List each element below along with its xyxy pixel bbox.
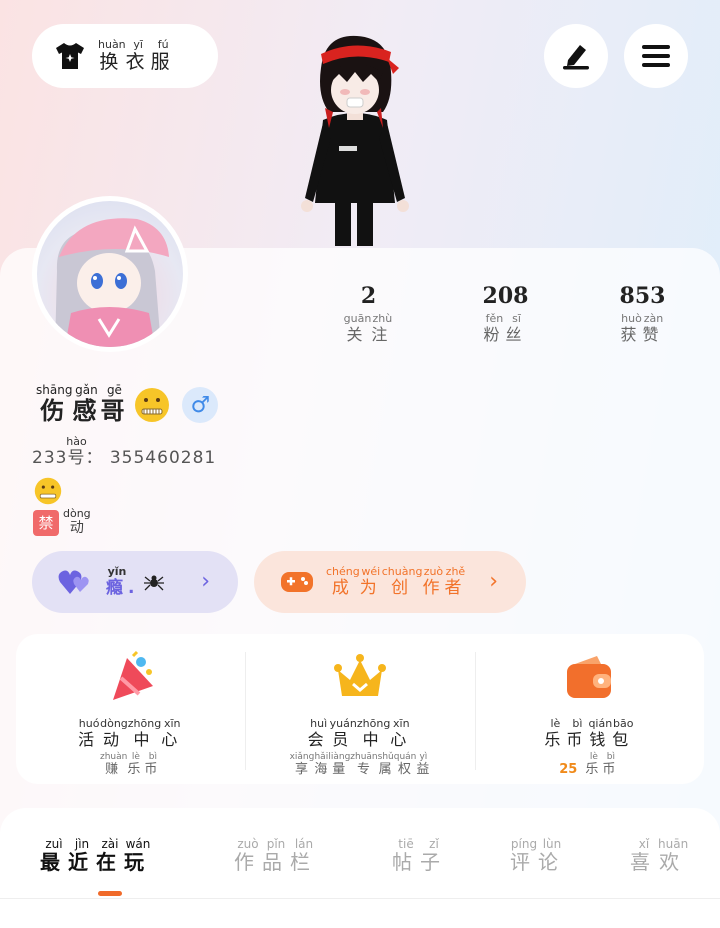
coin-wallet-button[interactable]: 乐lè币bì钱qián包bāo 25 乐lè币bì: [474, 634, 704, 784]
content-tabs: 最zuì近jìn在zài玩wán 作zuò品pǐn栏lán 帖tiē子zǐ 评p…: [0, 808, 720, 928]
menu-icon: [642, 45, 670, 67]
features-panel: 活huó动dòng中zhōng心xīn 赚zhuàn乐lè币bì 会huì员yu…: [16, 634, 704, 784]
stat-likes[interactable]: 853 获huò赞zàn: [574, 283, 711, 345]
edit-profile-button[interactable]: [544, 24, 608, 88]
stat-following[interactable]: 2 关guān注zhù: [300, 283, 437, 345]
crown-icon: [333, 654, 386, 696]
tab-comments[interactable]: 评píng论lùn: [510, 837, 566, 875]
stat-followers[interactable]: 208 粉fěn丝sī: [437, 283, 574, 345]
username: 伤shāng感gǎn哥gē: [36, 383, 129, 425]
username-row: 伤shāng感gǎn哥gē ♂: [36, 383, 219, 426]
avatar-character-figure[interactable]: [295, 28, 415, 250]
chevron-right-icon: ›: [201, 569, 210, 594]
hearts-icon: [58, 570, 89, 594]
party-icon: [112, 650, 153, 700]
active-tab-indicator: [98, 891, 122, 896]
status-zipper-mouth-icon: [34, 477, 62, 505]
membership-center-button[interactable]: 会huì员yuán中zhōng心xīn 享xiǎng海hǎi量liàng专zhu…: [245, 634, 474, 784]
uid-row[interactable]: 233号hào： 355460281: [32, 435, 217, 468]
become-creator-pill[interactable]: 成chéng为wéi创chuàng作zuò者zhě ›: [254, 551, 526, 613]
activity-center-button[interactable]: 活huó动dòng中zhōng心xīn 赚zhuàn乐lè币bì: [16, 634, 245, 784]
spider-icon: [144, 575, 165, 591]
chevron-right-icon: ›: [489, 569, 498, 594]
avatar[interactable]: [32, 196, 188, 352]
fan-group-label: 瘾yǐn.: [106, 565, 140, 598]
tab-recently-played[interactable]: 最zuì近jìn在zài玩wán: [40, 837, 152, 875]
become-creator-label: 成chéng为wéi创chuàng作zuò者zhě: [326, 565, 467, 598]
avatar-image: [55, 218, 169, 347]
zipper-mouth-face-icon: [135, 388, 170, 422]
tab-likes[interactable]: 喜xǐ欢huān: [630, 837, 688, 875]
tab-works[interactable]: 作zuò品pǐn栏lán: [234, 837, 318, 875]
gender-male-icon: ♂: [182, 387, 219, 423]
gamepad-icon: [281, 572, 313, 592]
change-outfit-button[interactable]: 换huàn衣yī服fú: [32, 24, 218, 88]
uid-value: 355460281: [109, 448, 217, 468]
pen-icon: [563, 45, 589, 70]
wallet-icon: [567, 656, 612, 698]
tabs-divider: [0, 898, 720, 899]
fan-group-pill[interactable]: 瘾yǐn. ›: [32, 551, 238, 613]
stats-row: 2 关guān注zhù 208 粉fěn丝sī 853 获huò赞zàn: [300, 283, 720, 345]
tab-posts[interactable]: 帖tiē子zǐ: [392, 837, 448, 875]
banned-tag: 禁: [33, 509, 59, 536]
menu-button[interactable]: [624, 24, 688, 88]
banned-status: 禁 动dòng: [33, 507, 91, 537]
change-outfit-label: 换huàn衣yī服fú: [98, 37, 176, 73]
tshirt-icon: [56, 43, 84, 69]
